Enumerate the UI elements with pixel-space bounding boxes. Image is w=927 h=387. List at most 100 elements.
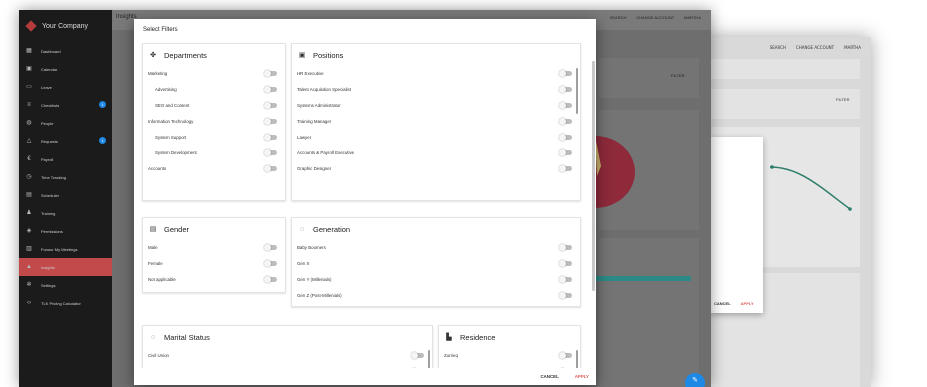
filter-option-label: Information Technology: [148, 118, 194, 124]
sidebar-item-training[interactable]: ♟ Training: [19, 204, 112, 222]
count-badge: 1: [99, 101, 106, 108]
sidebar-item-calendar[interactable]: ▣ Calendar: [19, 60, 112, 78]
back-filter-button[interactable]: FILTER: [836, 97, 849, 102]
sidebar-item-payroll[interactable]: € Payroll: [19, 150, 112, 168]
shield-icon: ◈: [26, 228, 32, 234]
back-cancel-button[interactable]: CANCEL: [714, 301, 731, 306]
filter-option-row: Systems Administrator: [292, 98, 580, 114]
filter-toggle[interactable]: [559, 101, 572, 109]
filter-toggle[interactable]: [559, 86, 572, 94]
marital-status-card: ◌ Marital Status Civil Union Divorced: [142, 325, 433, 368]
sidebar-item-requests[interactable]: △ Requests 1: [19, 132, 112, 150]
select-filters-dialog: Select Filters ✤ Departments Marketing Adv…: [134, 19, 596, 385]
residence-card: ▙ Residence Zurrieq Mosta: [438, 325, 581, 368]
sidebar-item-checklists[interactable]: ≡ Checklists 1: [19, 96, 112, 114]
sidebar-item-permissions[interactable]: ◈ Permissions: [19, 222, 112, 240]
positions-scrollbar[interactable]: [576, 68, 578, 114]
filter-option-row: Mosta: [439, 364, 580, 368]
back-search-link[interactable]: SEARCH: [770, 45, 786, 50]
search-link[interactable]: SEARCH: [610, 15, 627, 20]
filter-toggle[interactable]: [264, 133, 277, 141]
back-change-account-link[interactable]: CHANGE ACCOUNT: [796, 45, 834, 50]
back-user-name[interactable]: MARTHA: [844, 45, 861, 50]
sidebar-item-scheduler[interactable]: ▤ Scheduler: [19, 186, 112, 204]
change-account-link[interactable]: CHANGE ACCOUNT: [636, 15, 674, 20]
filter-toggle[interactable]: [264, 101, 277, 109]
filter-toggle[interactable]: [264, 260, 277, 268]
sidebar-item-label: Payroll: [41, 156, 54, 162]
dialog-actions: CANCEL APPLY: [540, 374, 589, 379]
dialog-scrollbar[interactable]: [592, 61, 595, 291]
filter-toggle[interactable]: [559, 133, 572, 141]
filter-toggle[interactable]: [559, 70, 572, 78]
sidebar-item-time-tracking[interactable]: ◷ Time Tracking: [19, 168, 112, 186]
city-icon: ▙: [446, 334, 452, 341]
checklist-icon: ≡: [27, 102, 31, 108]
sidebar-item-label: TLK Pricing Calculator: [41, 300, 81, 306]
filter-option-row: Advertising: [143, 82, 285, 98]
sidebar-item-label: Leave: [41, 84, 52, 90]
sidebar-item-label: Scheduler: [41, 192, 60, 198]
filter-toggle[interactable]: [264, 275, 277, 283]
sidebar-item-label: Calendar: [41, 66, 58, 72]
screen: SEARCH CHANGE ACCOUNT MARTHA FILTER CANC…: [0, 0, 927, 387]
sidebar-item-label: Checklists: [41, 102, 60, 108]
residence-scrollbar[interactable]: [576, 350, 578, 368]
filter-option-row: HR Executive: [292, 66, 580, 82]
id-card-icon: ▤: [149, 226, 157, 233]
filter-toggle[interactable]: [559, 291, 572, 299]
filter-toggle[interactable]: [559, 275, 572, 283]
positions-card: ▣ Positions HR Executive Talent Acquisitio…: [291, 43, 581, 201]
filter-toggle[interactable]: [559, 149, 572, 157]
filter-toggle[interactable]: [559, 244, 572, 252]
filter-option-label: Accounts & Payroll Executive: [297, 150, 355, 156]
filter-option-label: Baby Boomers: [297, 245, 326, 251]
departments-card: ✤ Departments Marketing Advertising SEO and…: [142, 43, 286, 201]
sidebar-item-insights[interactable]: ▲ Insights: [19, 258, 112, 276]
departments-title: Departments: [164, 50, 207, 60]
background-window-right: SEARCH CHANGE ACCOUNT MARTHA FILTER CANC…: [690, 37, 871, 387]
gender-title: Gender: [164, 224, 190, 234]
filter-option-label: Marketing: [148, 71, 168, 77]
filter-option-label: Graphic Designer: [297, 166, 332, 172]
filter-toggle[interactable]: [264, 165, 277, 173]
sidebar-item-people[interactable]: ◍ People: [19, 114, 112, 132]
filter-toggle[interactable]: [264, 86, 277, 94]
filter-toggle[interactable]: [264, 117, 277, 125]
apply-button[interactable]: APPLY: [575, 374, 589, 379]
filter-toggle[interactable]: [559, 117, 572, 125]
sidebar-item-dashboard[interactable]: ▦ Dashboard: [19, 42, 112, 60]
filter-toggle[interactable]: [264, 149, 277, 157]
residence-title: Residence: [460, 332, 496, 342]
sidebar-item-settings[interactable]: ✲ Settings: [19, 276, 112, 294]
payroll-icon: €: [27, 156, 31, 162]
filter-option-row: SEO and Content: [143, 98, 285, 114]
sidebar-item-fonour-my-meetings[interactable]: ▥ Fonour My Meetings: [19, 240, 112, 258]
filter-toggle[interactable]: [264, 244, 277, 252]
filter-toggle[interactable]: [264, 70, 277, 78]
filter-option-row: Gen X: [292, 256, 580, 272]
scheduler-icon: ▤: [26, 192, 32, 198]
filter-toggle[interactable]: [559, 260, 572, 268]
sidebar-item-leave[interactable]: ▭ Leave: [19, 78, 112, 96]
company-logo[interactable]: Your Company: [19, 10, 112, 42]
filter-option-row: Gen Y (Millenials): [292, 272, 580, 288]
filter-option-row: Marketing: [143, 66, 285, 82]
chat-fab-button[interactable]: ✎: [685, 373, 705, 387]
topbar-actions: SEARCH CHANGE ACCOUNT MARTHA: [610, 15, 701, 20]
user-name[interactable]: MARTHA: [684, 15, 701, 20]
back-apply-button[interactable]: APPLY: [741, 301, 754, 306]
back-dialog: CANCEL APPLY: [710, 137, 763, 313]
dialog-body[interactable]: ✤ Departments Marketing Advertising SEO and…: [134, 41, 596, 368]
filter-option-label: Female: [148, 261, 163, 267]
filter-toggle[interactable]: [411, 352, 424, 360]
filter-toggle[interactable]: [559, 352, 572, 360]
filter-toggle[interactable]: [559, 165, 572, 173]
marital-scrollbar[interactable]: [428, 350, 430, 368]
meetings-icon: ▥: [26, 246, 32, 252]
filter-option-label: Accounts: [148, 166, 167, 172]
sidebar-item-label: Fonour My Meetings: [41, 246, 78, 252]
sidebar-item-tlk-pricing-calculator[interactable]: ‹› TLK Pricing Calculator: [19, 294, 112, 312]
filter-button[interactable]: FILTER: [671, 73, 684, 78]
cancel-button[interactable]: CANCEL: [540, 374, 558, 379]
